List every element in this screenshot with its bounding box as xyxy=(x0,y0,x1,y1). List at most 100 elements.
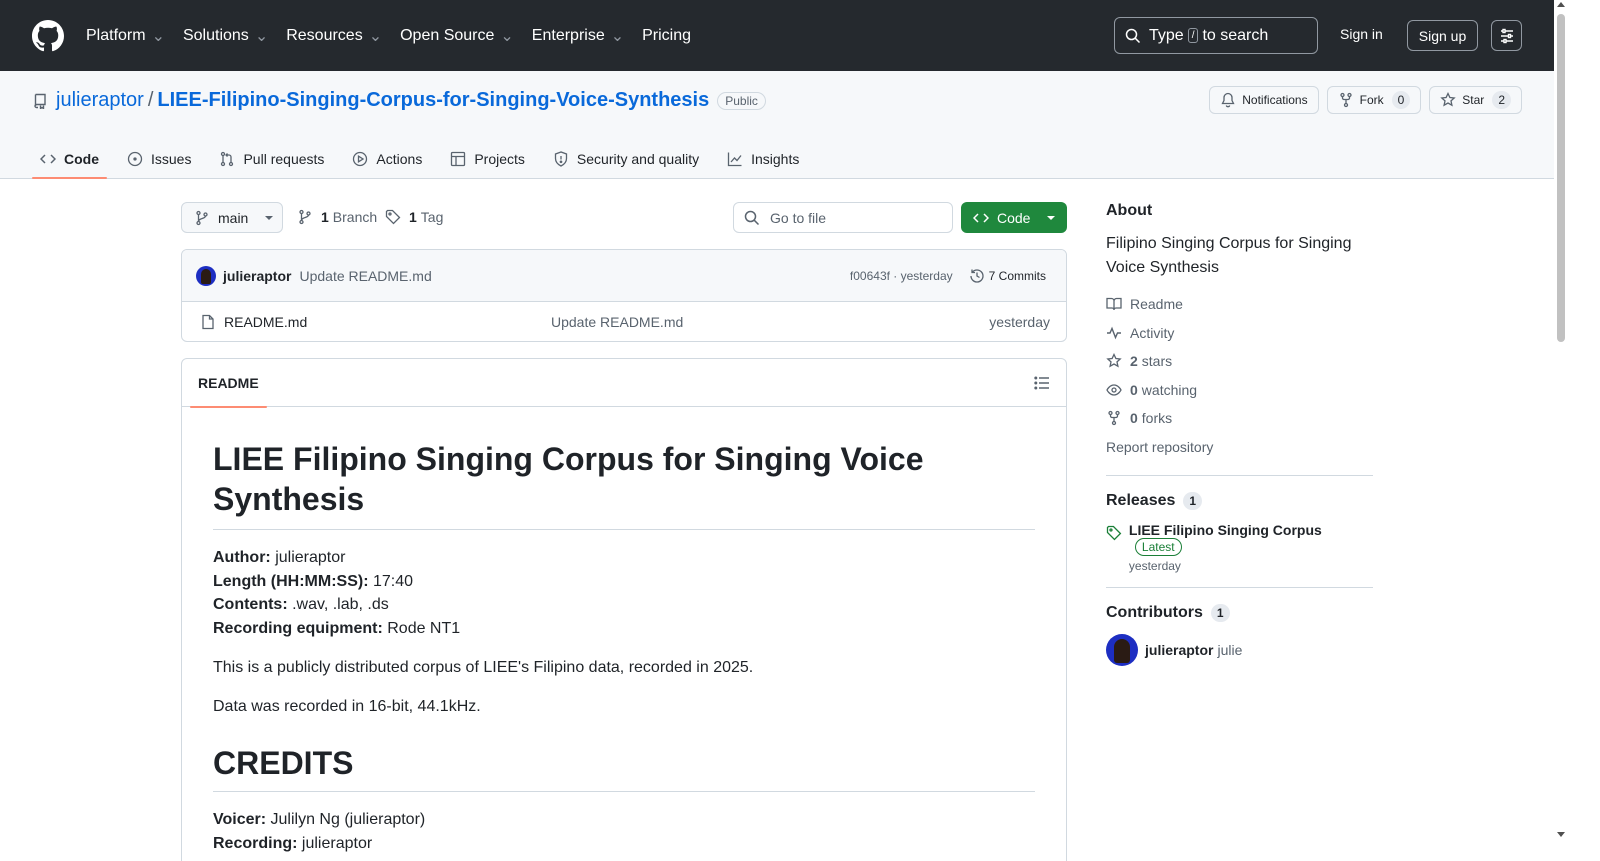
readme-content: LIEE Filipino Singing Corpus for Singing… xyxy=(182,407,1066,855)
branch-icon xyxy=(196,210,208,225)
report-repository-link[interactable]: Report repository xyxy=(1106,433,1373,462)
commit-author-link[interactable]: julieraptor xyxy=(223,268,291,284)
readme-panel: README LIEE Filipino Singing Corpus for … xyxy=(181,358,1067,861)
scroll-up-arrow-icon[interactable] xyxy=(1557,2,1565,7)
release-name-link[interactable]: LIEE Filipino Singing Corpus xyxy=(1129,522,1322,538)
global-header: Platform ⌄ Solutions ⌄ Resources ⌄ Open Sou… xyxy=(0,0,1568,71)
nav-pricing[interactable]: Pricing xyxy=(642,27,691,45)
search-icon xyxy=(744,210,760,225)
nav-enterprise[interactable]: Enterprise ⌄ xyxy=(532,26,624,46)
contributor-username-link[interactable]: julieraptor xyxy=(1145,642,1213,658)
menu-sliders-icon[interactable] xyxy=(1491,20,1522,51)
readme-credit-voicer: Voicer: Julilyn Ng (julieraptor) xyxy=(213,811,426,828)
star-icon xyxy=(1440,92,1456,107)
stars-link[interactable]: 2 stars xyxy=(1106,347,1373,376)
readme-title: LIEE Filipino Singing Corpus for Singing… xyxy=(213,439,1035,530)
readme-credit-recording: Recording: julieraptor xyxy=(213,834,373,852)
readme-field-author: Author: julieraptor xyxy=(213,549,346,566)
releases-heading[interactable]: Releases 1 xyxy=(1106,492,1373,510)
visibility-badge: Public xyxy=(717,91,766,110)
repo-actions: Notifications Fork 0 Star 2 xyxy=(1201,86,1522,114)
tab-code[interactable]: Code xyxy=(32,139,107,179)
contributor-name: julie xyxy=(1217,642,1243,658)
code-dropdown-button[interactable]: Code xyxy=(961,202,1067,233)
readme-field-contents: Contents: .wav, .lab, .ds xyxy=(213,596,389,613)
branches-link[interactable]: 1 Branch xyxy=(297,209,377,225)
star-count: 2 xyxy=(1492,91,1511,109)
latest-commit-row: julieraptor Update README.md f00643f · y… xyxy=(182,250,1066,302)
activity-link[interactable]: Activity xyxy=(1106,319,1373,348)
page-margin xyxy=(1568,0,1600,861)
readme-paragraph: Data was recorded in 16-bit, 44.1kHz. xyxy=(213,698,481,715)
tags-link[interactable]: 1 Tag xyxy=(385,209,443,225)
avatar[interactable] xyxy=(1106,634,1138,666)
slash-key-hint: / xyxy=(1187,28,1199,43)
releases-count: 1 xyxy=(1183,492,1203,510)
code-icon xyxy=(973,212,989,223)
outline-list-icon[interactable] xyxy=(1034,375,1050,391)
tab-issues[interactable]: Issues xyxy=(119,139,199,179)
chevron-down-icon: ⌄ xyxy=(368,27,383,45)
github-logo-icon[interactable] xyxy=(32,20,64,52)
tab-projects[interactable]: Projects xyxy=(442,139,533,179)
tag-icon xyxy=(1106,525,1122,541)
repo-title: julieraptor / LIEE-Filipino-Singing-Corp… xyxy=(32,89,766,112)
readme-link[interactable]: Readme xyxy=(1106,290,1373,319)
sign-up-button[interactable]: Sign up xyxy=(1407,20,1478,51)
chevron-down-icon: ⌄ xyxy=(500,27,514,45)
nav-platform[interactable]: Platform ⌄ xyxy=(86,26,165,46)
notifications-button[interactable]: Notifications xyxy=(1209,86,1319,114)
tab-security[interactable]: Security and quality xyxy=(545,139,707,179)
readme-field-length: Length (HH:MM:SS): 17:40 xyxy=(213,572,414,590)
go-to-file-input[interactable]: Go to file xyxy=(733,202,953,233)
tab-actions[interactable]: Actions xyxy=(344,139,430,179)
repo-icon xyxy=(34,93,46,109)
star-button[interactable]: Star 2 xyxy=(1429,86,1522,114)
repo-description: Filipino Singing Corpus for Singing Voic… xyxy=(1106,235,1352,276)
release-info: LIEE Filipino Singing CorpusLatest yeste… xyxy=(1129,522,1373,573)
nav-open-source[interactable]: Open Source ⌄ xyxy=(400,26,514,46)
commit-message-link[interactable]: Update README.md xyxy=(299,268,431,284)
readme-paragraph: This is a publicly distributed corpus of… xyxy=(213,659,754,676)
file-list: julieraptor Update README.md f00643f · y… xyxy=(181,249,1067,342)
tab-insights[interactable]: Insights xyxy=(719,139,807,179)
repo-name-link[interactable]: LIEE-Filipino-Singing-Corpus-for-Singing… xyxy=(157,89,709,112)
fork-button[interactable]: Fork 0 xyxy=(1326,86,1422,114)
release-date: yesterday xyxy=(1128,559,1181,573)
table-icon xyxy=(451,151,466,167)
history-icon xyxy=(970,269,984,283)
forks-link[interactable]: 0 forks xyxy=(1106,404,1373,433)
divider xyxy=(1106,475,1373,476)
commits-history-link[interactable]: 7 Commits xyxy=(969,268,1046,284)
nav-resources[interactable]: Resources ⌄ xyxy=(286,26,382,46)
contributors-heading[interactable]: Contributors 1 xyxy=(1106,604,1373,622)
tag-icon xyxy=(385,209,401,225)
release-item[interactable]: LIEE Filipino Singing CorpusLatest yeste… xyxy=(1106,522,1373,573)
scroll-down-arrow-icon[interactable] xyxy=(1557,832,1565,837)
file-row[interactable]: README.md Update README.md yesterday xyxy=(182,302,1066,341)
chevron-down-icon: ⌄ xyxy=(151,27,165,45)
contributors-count: 1 xyxy=(1210,604,1230,622)
chevron-down-icon: ⌄ xyxy=(610,27,625,45)
repo-tabs: Code Issues Pull requests Actions Projec… xyxy=(32,139,819,179)
star-icon xyxy=(1106,353,1122,368)
global-search-input[interactable]: Type / to search xyxy=(1114,17,1318,54)
branch-selector[interactable]: main xyxy=(181,202,283,233)
nav-solutions[interactable]: Solutions ⌄ xyxy=(183,26,268,46)
about-heading: About xyxy=(1106,202,1153,219)
watchers-link[interactable]: 0 watching xyxy=(1106,376,1373,405)
tab-pull-requests[interactable]: Pull requests xyxy=(211,139,332,179)
sign-in-link[interactable]: Sign in xyxy=(1340,26,1383,42)
repo-path-separator: / xyxy=(147,89,154,111)
file-commit-message-link[interactable]: Update README.md xyxy=(551,314,683,330)
file-name-link[interactable]: README.md xyxy=(224,314,307,330)
eye-icon xyxy=(1106,384,1122,396)
repo-owner-link[interactable]: julieraptor xyxy=(56,89,144,112)
readme-credits-heading: CREDITS xyxy=(213,743,1035,792)
global-nav: Platform ⌄ Solutions ⌄ Resources ⌄ Open Sou… xyxy=(86,0,709,71)
avatar[interactable] xyxy=(196,265,216,286)
tab-readme[interactable]: README xyxy=(190,359,267,408)
commit-hash-link[interactable]: f00643f · yesterday xyxy=(850,269,953,283)
pulse-icon xyxy=(1107,326,1121,340)
scrollbar-thumb[interactable] xyxy=(1557,14,1565,342)
